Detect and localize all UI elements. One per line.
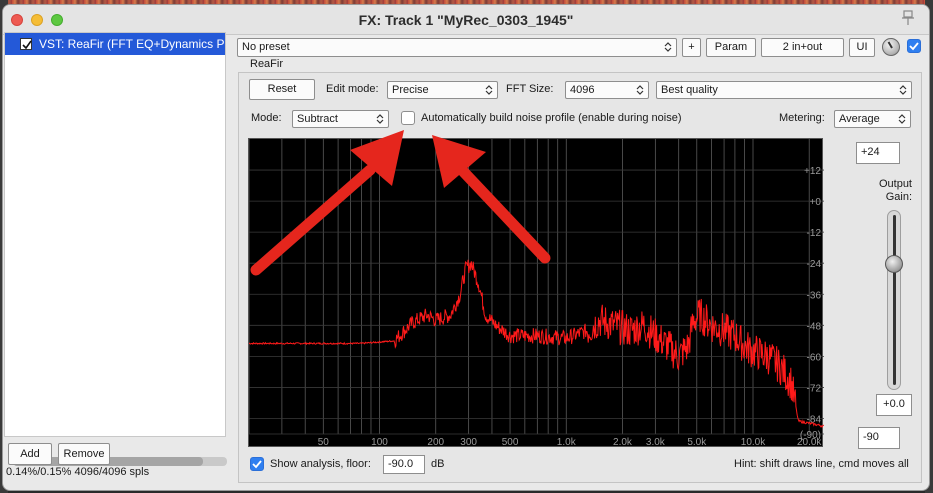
metering-value: Average [839,113,880,125]
gain-tick-label: -72 [807,383,822,394]
add-preset-button[interactable]: + [682,38,701,57]
reset-button[interactable]: Reset [249,79,315,100]
gain-tick-label: -48 [807,321,822,332]
gain-tick-labels: +12+0-12-24-36-48-60-72-84(-90) [800,166,822,441]
checkmark-icon [909,42,919,51]
edit-mode-value: Precise [392,84,429,96]
ui-button[interactable]: UI [849,38,875,57]
spectrum-svg[interactable]: 50 100 200 300 500 1.0k 2.0k 3.0k 5.0k 10.0k 20.0k… [249,139,824,448]
frequency-tick-label: 5.0k [687,437,707,448]
gain-tick-label: +0 [810,197,822,208]
gain-tick-label: -36 [807,290,822,301]
metering-select[interactable]: Average [834,110,911,128]
select-arrows-icon [899,85,907,95]
frequency-grid [249,139,810,434]
hint-text: Hint: shift draws line, cmd moves all [734,458,909,470]
frequency-tick-label: 50 [318,437,330,448]
fft-size-select[interactable]: 4096 [565,81,649,99]
output-gain-slider-knob[interactable] [885,255,903,273]
preset-select[interactable]: No preset [237,38,677,57]
fx-chain-item[interactable]: VST: ReaFir (FFT EQ+Dynamics Processor) [5,33,225,55]
show-analysis-checkbox[interactable] [250,457,264,471]
select-arrows-icon [898,114,906,124]
gain-tick-label: -24 [807,259,822,270]
checkmark-icon [252,460,262,469]
add-fx-button[interactable]: Add [8,443,52,465]
output-gain-input[interactable]: +0.0 [876,394,912,416]
floor-unit: dB [431,458,445,470]
plugin-tab: ReaFir [250,58,284,70]
gain-grid [249,169,824,435]
frequency-tick-label: 200 [427,437,444,448]
wet-knob[interactable] [882,38,900,56]
preset-value: No preset [242,41,290,53]
fx-enable-checkbox[interactable] [20,38,32,50]
quality-select[interactable]: Best quality [656,81,912,99]
frequency-tick-label: 300 [460,437,477,448]
window-title: FX: Track 1 "MyRec_0303_1945" [358,12,574,28]
checkmark-icon [22,40,32,50]
frequency-tick-label: 10.0k [741,437,766,448]
cpu-status: 0.14%/0.15% 4096/4096 spls [6,466,150,478]
top-range-input[interactable]: +24 [856,142,900,164]
mode-label: Mode: [251,112,282,124]
fx-chain-list[interactable]: VST: ReaFir (FFT EQ+Dynamics Processor) [4,32,227,466]
pin-icon[interactable] [901,10,915,26]
output-gain-label: Output Gain: [878,178,912,203]
metering-label: Metering: [779,112,825,124]
frequency-tick-label: 1.0k [557,437,577,448]
floor-input[interactable]: -90.0 [383,455,425,474]
frequency-tick-label: 2.0k [613,437,633,448]
mode-select[interactable]: Subtract [292,110,389,128]
show-analysis-label: Show analysis, floor: [270,458,371,470]
knob-indicator [887,41,893,49]
mode-value: Subtract [297,113,338,125]
select-arrows-icon [636,85,644,95]
auto-build-noise-checkbox[interactable] [401,111,415,125]
gain-tick-label: -60 [807,352,822,363]
select-arrows-icon [664,42,672,52]
param-button[interactable]: Param [706,38,756,57]
frequency-tick-labels: 50 100 200 300 500 1.0k 2.0k 3.0k 5.0k 10.0k 20.0k [318,437,823,448]
io-button[interactable]: 2 in+out [761,38,844,57]
slider-groove [893,215,896,385]
frequency-tick-label: 100 [371,437,388,448]
edit-mode-select[interactable]: Precise [387,81,498,99]
fx-item-label: VST: ReaFir (FFT EQ+Dynamics Processor) [39,37,225,51]
spectrum-line [249,259,824,429]
frequency-tick-label: 3.0k [646,437,666,448]
title-bar[interactable]: FX: Track 1 "MyRec_0303_1945" [3,5,929,35]
select-arrows-icon [376,114,384,124]
output-gain-slider[interactable] [887,210,901,390]
edit-mode-label: Edit mode: [326,83,379,95]
auto-build-noise-label: Automatically build noise profile (enabl… [421,112,682,124]
select-arrows-icon [485,85,493,95]
fft-size-value: 4096 [570,84,595,96]
gain-tick-label: (-90) [800,430,821,441]
bottom-range-input[interactable]: -90 [858,427,900,449]
fft-size-label: FFT Size: [506,83,554,95]
gain-tick-label: -12 [807,228,822,239]
gain-tick-label: +12 [804,166,821,177]
quality-value: Best quality [661,84,718,96]
frequency-tick-label: 500 [502,437,519,448]
fx-bypass-checkbox[interactable] [907,39,921,53]
spectrum-graph[interactable]: 50 100 200 300 500 1.0k 2.0k 3.0k 5.0k 10.0k 20.0k… [248,138,824,448]
remove-fx-button[interactable]: Remove [58,443,110,465]
